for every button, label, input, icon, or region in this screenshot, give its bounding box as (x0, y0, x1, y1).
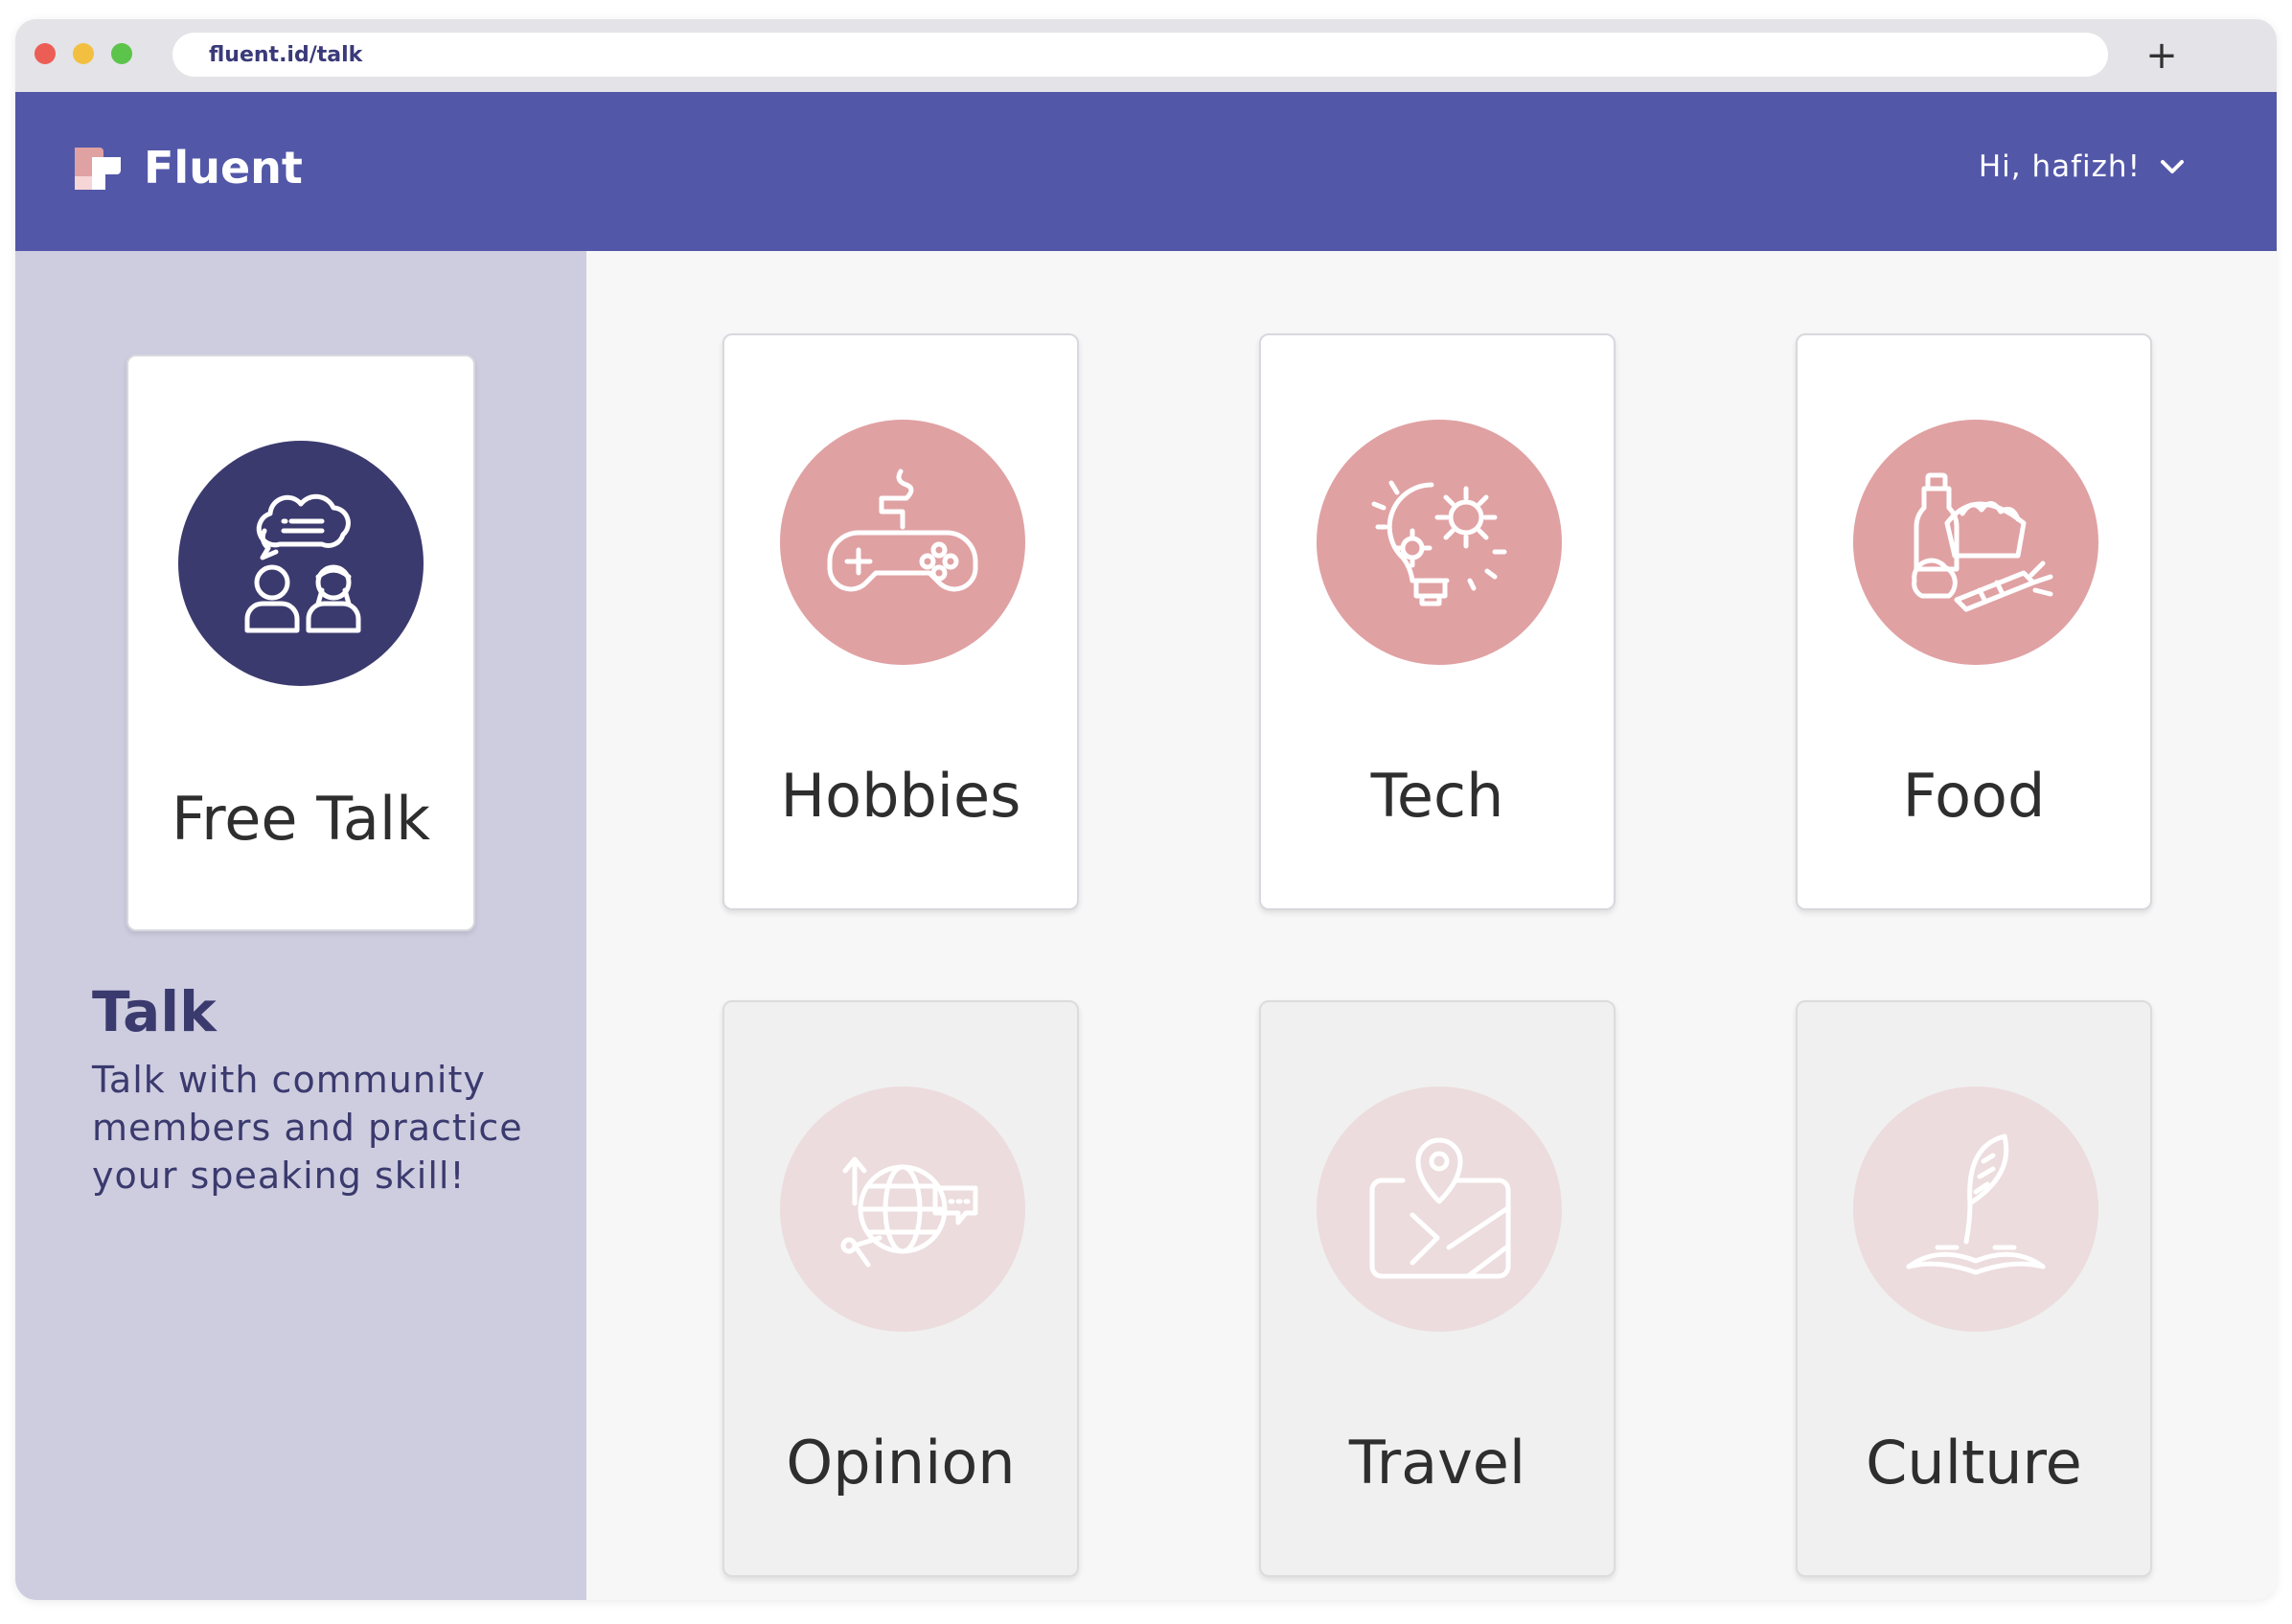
address-text: fluent.id/talk (209, 42, 363, 67)
travel-icon-circle (1317, 1086, 1562, 1332)
tech-label: Tech (1370, 761, 1504, 831)
chevron-down-icon (2161, 160, 2184, 173)
opinion-icon-circle (780, 1086, 1025, 1332)
close-window-button[interactable] (34, 43, 56, 64)
browser-chrome: fluent.id/talk + (15, 19, 2277, 92)
culture-icon-circle (1853, 1086, 2098, 1332)
app-header: Fluent Hi, hafizh! (15, 92, 2277, 251)
sidebar: Free Talk Talk Talk with community membe… (15, 251, 586, 1600)
section-title: Talk (92, 979, 217, 1044)
brand-name[interactable]: Fluent (144, 142, 303, 194)
section-description: Talk with community members and practice… (92, 1059, 523, 1197)
free-talk-icon-circle (178, 441, 424, 686)
map-pin-icon (1369, 1137, 1511, 1279)
hobbies-label: Hobbies (780, 761, 1021, 831)
topic-card-culture[interactable]: Culture (1796, 1000, 2152, 1577)
tech-icon-circle (1317, 420, 1562, 665)
topic-card-opinion[interactable]: Opinion (722, 1000, 1079, 1577)
travel-label: Travel (1348, 1428, 1526, 1498)
topic-card-travel[interactable]: Travel (1259, 1000, 1616, 1577)
groceries-icon (1912, 472, 2053, 612)
people-conversation-icon (244, 493, 361, 633)
opinion-label: Opinion (786, 1428, 1016, 1498)
maximize-window-button[interactable] (111, 43, 132, 64)
lightbulb-gears-icon (1371, 480, 1507, 606)
new-tab-button[interactable]: + (2144, 36, 2179, 75)
culture-label: Culture (1866, 1428, 2082, 1498)
address-bar[interactable]: fluent.id/talk (172, 33, 2108, 77)
topic-card-hobbies[interactable]: Hobbies (722, 333, 1079, 910)
fluent-logo-icon[interactable] (71, 144, 125, 194)
globe-chat-icon (840, 1156, 978, 1268)
gamepad-icon (827, 469, 978, 592)
quill-book-icon (1906, 1133, 2046, 1275)
browser-window: fluent.id/talk + Fluent Hi, hafizh! Free… (15, 19, 2277, 1600)
topic-card-food[interactable]: Food (1796, 333, 2152, 910)
topic-card-tech[interactable]: Tech (1259, 333, 1616, 910)
food-icon-circle (1853, 420, 2098, 665)
topic-card-free-talk[interactable]: Free Talk (126, 355, 475, 931)
free-talk-label: Free Talk (171, 784, 430, 854)
hobbies-icon-circle (780, 420, 1025, 665)
user-menu[interactable]: Hi, hafizh! (1979, 149, 2185, 184)
food-label: Food (1902, 761, 2046, 831)
minimize-window-button[interactable] (73, 43, 94, 64)
user-greeting: Hi, hafizh! (1978, 149, 2141, 184)
